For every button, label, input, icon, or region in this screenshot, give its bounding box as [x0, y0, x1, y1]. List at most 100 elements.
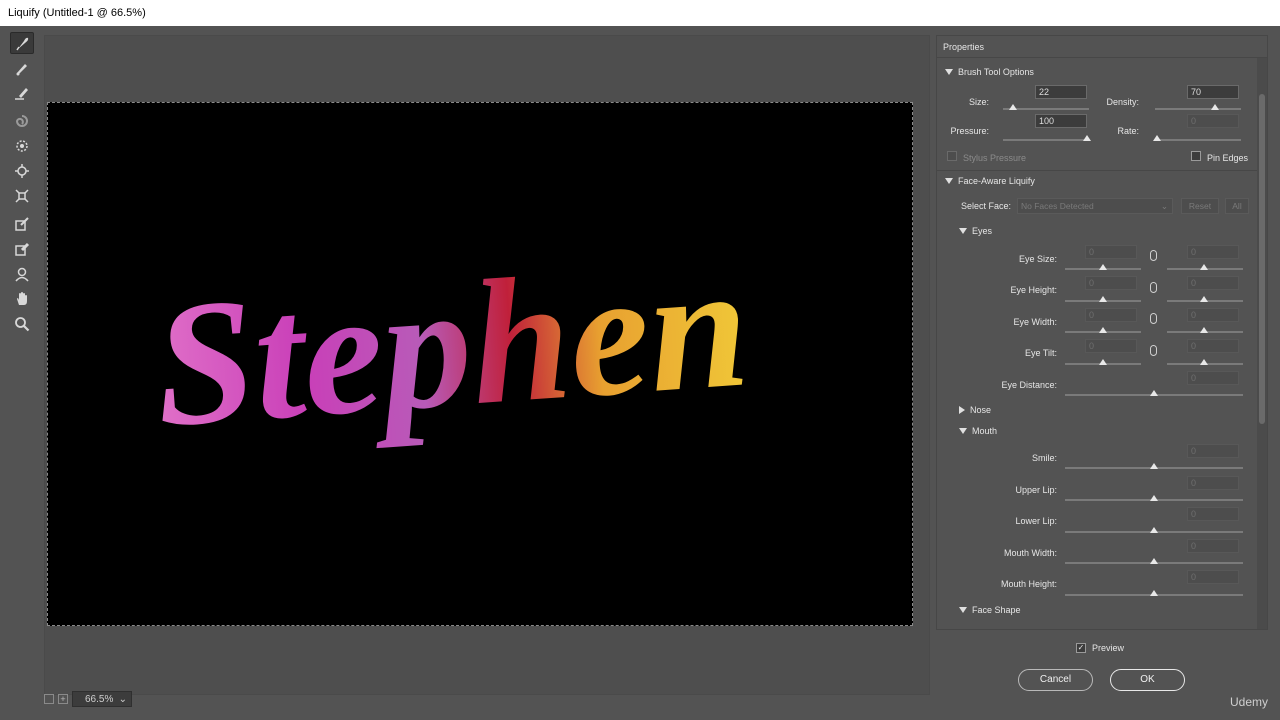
mouth-height-thumb[interactable] — [1150, 590, 1158, 596]
eye-distance-thumb[interactable] — [1150, 390, 1158, 396]
eyes-heading: Eyes — [972, 226, 993, 236]
link-chain-icon[interactable] — [1150, 250, 1157, 261]
zoom-tool[interactable] — [10, 313, 34, 335]
eye-size-left-thumb[interactable] — [1099, 264, 1107, 270]
reconstruct-tool[interactable] — [10, 57, 34, 79]
smile-input[interactable]: 0 — [1187, 444, 1239, 458]
eye-width-label: Eye Width: — [1013, 317, 1057, 327]
expanded-triangle-icon — [959, 607, 967, 613]
mouth-width-input[interactable]: 0 — [1187, 539, 1239, 553]
size-label: Size: — [968, 97, 989, 107]
properties-panel: Properties Brush Tool Options Size: 22 D… — [936, 35, 1268, 630]
select-face-dropdown[interactable]: No Faces Detected ⌄ — [1017, 198, 1173, 214]
link-chain-icon[interactable] — [1150, 313, 1157, 324]
zoom-select[interactable]: 66.5% ⌄ — [72, 691, 132, 707]
window-title: Liquify (Untitled-1 @ 66.5%) — [0, 0, 1280, 26]
size-slider-thumb[interactable] — [1009, 104, 1017, 110]
lower-lip-input[interactable]: 0 — [1187, 507, 1239, 521]
reset-face-button[interactable]: Reset — [1181, 198, 1219, 214]
expanded-triangle-icon — [945, 178, 953, 184]
cancel-button[interactable]: Cancel — [1018, 669, 1093, 691]
zoom-out-button[interactable] — [44, 694, 54, 704]
eyes-header[interactable]: Eyes — [959, 226, 992, 236]
eye-distance-input[interactable]: 0 — [1187, 371, 1239, 385]
mouth-header[interactable]: Mouth — [959, 426, 997, 436]
canvas-area[interactable]: Stephen — [44, 35, 930, 695]
push-left-tool[interactable] — [10, 185, 34, 207]
eye-tilt-label: Eye Tilt: — [1024, 348, 1057, 358]
density-label: Density: — [1106, 97, 1139, 107]
face-aware-heading: Face-Aware Liquify — [958, 176, 1035, 186]
nose-header[interactable]: Nose — [959, 405, 991, 415]
panel-scrollbar[interactable] — [1257, 58, 1267, 629]
eye-size-label: Eye Size: — [1018, 254, 1057, 264]
zoom-in-button[interactable]: + — [58, 694, 68, 704]
face-tool[interactable] — [10, 263, 34, 285]
hand-tool[interactable] — [10, 288, 34, 310]
eye-width-right-thumb[interactable] — [1200, 327, 1208, 333]
eye-height-left-thumb[interactable] — [1099, 296, 1107, 302]
select-face-label: Select Face: — [960, 201, 1011, 211]
eye-height-left-input[interactable]: 0 — [1085, 276, 1137, 290]
smile-thumb[interactable] — [1150, 463, 1158, 469]
forward-warp-icon — [16, 37, 29, 51]
face-icon — [15, 267, 29, 282]
face-aware-header[interactable]: Face-Aware Liquify — [945, 176, 1035, 186]
brush-options-header[interactable]: Brush Tool Options — [945, 67, 1034, 77]
rate-slider[interactable] — [1155, 139, 1241, 141]
stylus-pressure-checkbox[interactable] — [947, 151, 957, 161]
thaw-mask-icon — [15, 242, 30, 256]
rate-label: Rate: — [1117, 126, 1139, 136]
freeze-mask-tool[interactable] — [10, 213, 34, 235]
expanded-triangle-icon — [959, 428, 967, 434]
density-slider[interactable] — [1155, 108, 1241, 110]
mouth-heading: Mouth — [972, 426, 998, 436]
scrollbar-thumb[interactable] — [1259, 94, 1265, 424]
eye-size-right-thumb[interactable] — [1200, 264, 1208, 270]
mouth-width-thumb[interactable] — [1150, 558, 1158, 564]
rate-input[interactable]: 0 — [1187, 114, 1239, 128]
eye-height-right-input[interactable]: 0 — [1187, 276, 1239, 290]
preview-toggle[interactable]: ✓ Preview — [1076, 643, 1124, 653]
image-canvas[interactable]: Stephen — [47, 102, 913, 626]
mouth-height-input[interactable]: 0 — [1187, 570, 1239, 584]
panel-title: Properties — [937, 36, 1267, 58]
pin-edges-checkbox[interactable] — [1191, 151, 1201, 161]
face-shape-header[interactable]: Face Shape — [959, 605, 1021, 615]
face-shape-heading: Face Shape — [972, 605, 1021, 615]
bloat-tool[interactable] — [10, 160, 34, 182]
eye-tilt-left-thumb[interactable] — [1099, 359, 1107, 365]
push-left-icon — [15, 189, 29, 203]
link-chain-icon[interactable] — [1150, 282, 1157, 293]
lower-lip-thumb[interactable] — [1150, 527, 1158, 533]
twirl-clockwise-tool[interactable] — [10, 110, 34, 132]
freeze-mask-icon — [15, 217, 29, 231]
eye-width-left-input[interactable]: 0 — [1085, 308, 1137, 322]
eye-tilt-right-thumb[interactable] — [1200, 359, 1208, 365]
density-slider-thumb[interactable] — [1211, 104, 1219, 110]
link-chain-icon[interactable] — [1150, 345, 1157, 356]
size-input[interactable]: 22 — [1035, 85, 1087, 99]
all-face-button[interactable]: All — [1225, 198, 1249, 214]
upper-lip-input[interactable]: 0 — [1187, 476, 1239, 490]
eye-tilt-right-input[interactable]: 0 — [1187, 339, 1239, 353]
eye-size-left-input[interactable]: 0 — [1085, 245, 1137, 259]
eye-tilt-left-input[interactable]: 0 — [1085, 339, 1137, 353]
density-input[interactable]: 70 — [1187, 85, 1239, 99]
collapsed-triangle-icon — [959, 406, 965, 414]
eye-size-right-input[interactable]: 0 — [1187, 245, 1239, 259]
eye-height-right-thumb[interactable] — [1200, 296, 1208, 302]
upper-lip-thumb[interactable] — [1150, 495, 1158, 501]
smooth-tool[interactable] — [10, 82, 34, 104]
pucker-tool[interactable] — [10, 135, 34, 157]
forward-warp-tool[interactable] — [10, 32, 34, 54]
eye-width-left-thumb[interactable] — [1099, 327, 1107, 333]
pressure-input[interactable]: 100 — [1035, 114, 1087, 128]
preview-checkbox[interactable]: ✓ — [1076, 643, 1086, 653]
thaw-mask-tool[interactable] — [10, 238, 34, 260]
ok-button[interactable]: OK — [1110, 669, 1185, 691]
eye-width-right-input[interactable]: 0 — [1187, 308, 1239, 322]
select-face-value: No Faces Detected — [1021, 201, 1094, 211]
rate-slider-thumb[interactable] — [1153, 135, 1161, 141]
pressure-slider[interactable] — [1003, 139, 1089, 141]
